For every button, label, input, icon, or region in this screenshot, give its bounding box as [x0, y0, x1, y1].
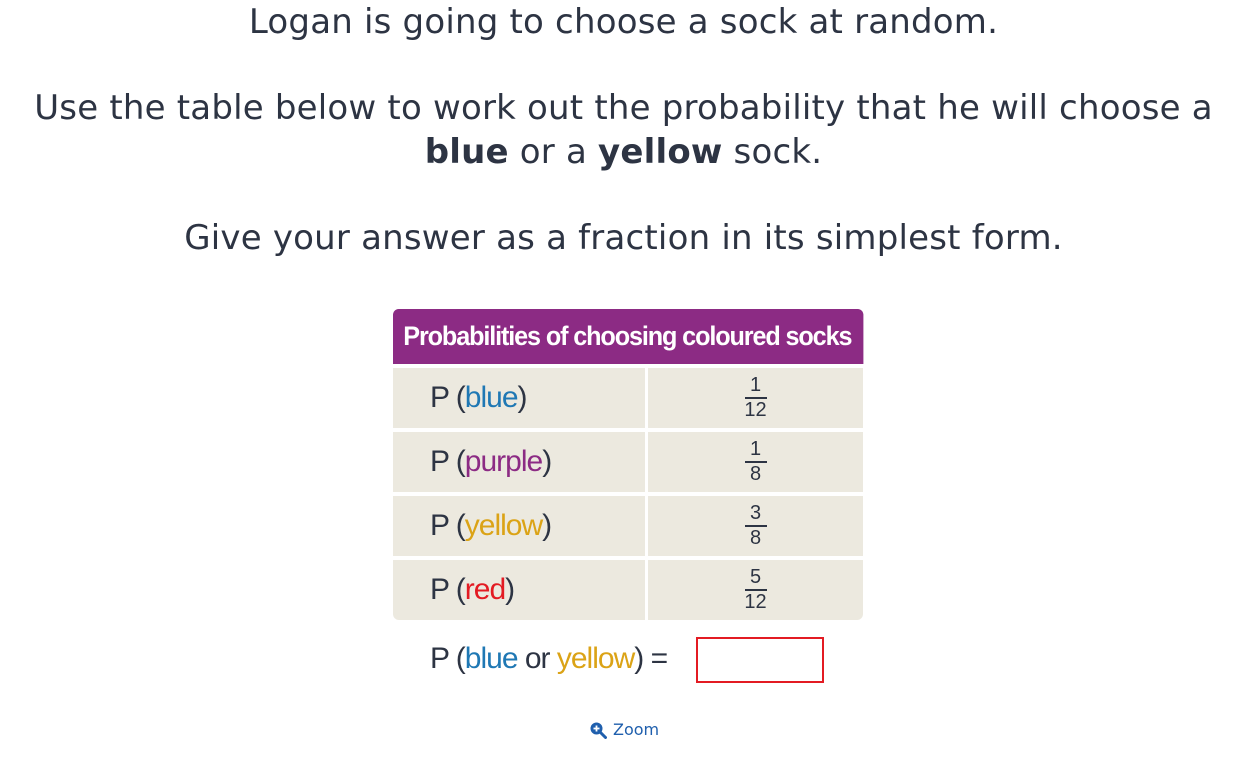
row-value: 5 12	[648, 560, 863, 620]
question-connector: or a	[508, 132, 599, 172]
zoom-in-icon	[590, 722, 607, 739]
label-colour: red	[464, 573, 506, 606]
answer-expression: P (blue or yellow) =	[430, 636, 668, 682]
label-colour: yellow	[464, 509, 543, 542]
denominator: 8	[749, 463, 762, 485]
label-suffix: )	[542, 445, 552, 478]
numerator: 5	[749, 566, 762, 588]
label-prefix: P (	[430, 573, 466, 606]
row-label: P (blue)	[393, 368, 645, 428]
question-line-3: blue or a yellow sock.	[0, 130, 1247, 174]
answer-prefix: P (	[430, 642, 466, 675]
label-colour: purple	[464, 445, 543, 478]
emphasis-blue: blue	[424, 132, 509, 172]
denominator: 8	[749, 527, 762, 549]
label-colour: blue	[464, 381, 519, 414]
emphasis-yellow: yellow	[598, 132, 723, 172]
row-value: 18	[648, 432, 863, 492]
question-line-2: Use the table below to work out the prob…	[34, 88, 1213, 128]
table-row: P (yellow) 38	[393, 496, 863, 556]
probability-table: Probabilities of choosing coloured socks…	[393, 309, 863, 620]
row-label: P (yellow)	[393, 496, 645, 556]
row-value: 1 12	[648, 368, 863, 428]
numerator: 1	[749, 438, 762, 460]
row-label: P (purple)	[393, 432, 645, 492]
label-prefix: P (	[430, 381, 466, 414]
answer-or: or	[517, 642, 557, 675]
label-suffix: )	[517, 381, 528, 414]
question-ending: sock.	[722, 132, 823, 172]
row-label: P (red)	[393, 560, 645, 620]
row-value: 38	[648, 496, 863, 556]
answer-equals: ) =	[634, 642, 668, 675]
denominator: 12	[744, 591, 767, 613]
numerator: 1	[749, 374, 762, 396]
denominator: 12	[744, 399, 767, 421]
fraction: 38	[744, 502, 767, 549]
label-suffix: )	[542, 509, 552, 542]
numerator: 3	[749, 502, 762, 524]
table-header: Probabilities of choosing coloured socks	[393, 309, 863, 364]
table-row: P (red) 5 12	[393, 560, 863, 620]
fraction: 1 12	[744, 375, 766, 421]
fraction: 5 12	[744, 567, 766, 613]
question-instruction: Give your answer as a fraction in its si…	[184, 218, 1063, 258]
answer-yellow: yellow	[556, 642, 635, 675]
label-prefix: P (	[430, 445, 466, 478]
answer-input-box[interactable]	[696, 637, 824, 683]
label-suffix: )	[505, 573, 515, 606]
table-row: P (blue) 1 12	[393, 368, 863, 428]
label-prefix: P (	[430, 509, 466, 542]
question-line-1: Logan is going to choose a sock at rando…	[248, 2, 999, 42]
answer-blue: blue	[464, 642, 519, 675]
zoom-label: Zoom	[613, 720, 660, 739]
table-row: P (purple) 18	[393, 432, 863, 492]
zoom-button[interactable]: Zoom	[589, 720, 659, 739]
fraction: 18	[744, 438, 767, 485]
